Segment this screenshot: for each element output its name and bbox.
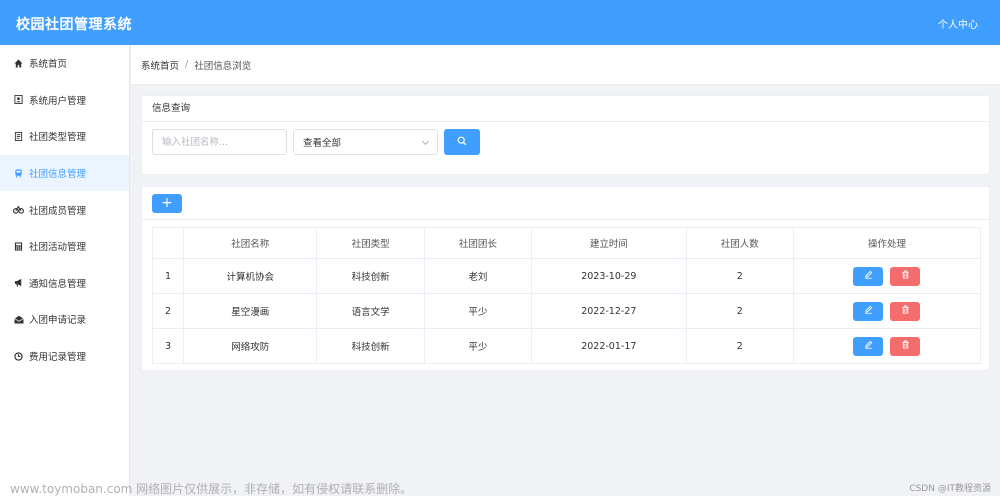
header-club-leader: 社团团长 xyxy=(423,227,533,259)
club-table: 社团名称 社团类型 社团团长 建立时间 社团人数 操作处理 1 计算机协会 科技… xyxy=(152,227,982,364)
calculator-icon xyxy=(12,242,25,251)
header-member-count: 社团人数 xyxy=(685,227,794,259)
club-leader-cell: 平少 xyxy=(423,293,533,329)
search-button[interactable] xyxy=(444,129,480,155)
app-title: 校园社团管理系统 xyxy=(16,17,132,33)
sidebar-item-label: 社团活动管理 xyxy=(29,242,87,254)
search-card: 信息查询 查看全部 xyxy=(141,95,990,175)
watermark-text: www.toymoban.com 网络图片仅供展示，非存储，如有侵权请联系删除。 xyxy=(10,482,413,496)
created-date-cell: 2022-01-17 xyxy=(531,328,687,364)
header-club-name: 社团名称 xyxy=(182,227,318,259)
club-type-select[interactable]: 查看全部 xyxy=(293,129,438,155)
edit-icon xyxy=(864,340,873,352)
sidebar-item-label: 系统首页 xyxy=(29,59,68,71)
row-index: 3 xyxy=(152,328,184,364)
club-name-cell: 网络攻防 xyxy=(182,328,318,364)
sidebar-item-home[interactable]: 系统首页 xyxy=(0,45,129,82)
edit-button[interactable] xyxy=(853,301,884,321)
delete-button[interactable] xyxy=(890,301,921,321)
club-type-cell: 语言文学 xyxy=(316,293,425,329)
clock-icon xyxy=(12,351,25,361)
table-row: 3 网络攻防 科技创新 平少 2022-01-17 2 xyxy=(152,328,982,364)
sidebar-item-club-types[interactable]: 社团类型管理 xyxy=(0,118,129,155)
club-leader-cell: 平少 xyxy=(423,328,533,364)
created-date-cell: 2023-10-29 xyxy=(531,258,687,294)
home-icon xyxy=(12,59,25,68)
actions-cell xyxy=(792,293,982,329)
megaphone-icon xyxy=(12,278,25,288)
select-value: 查看全部 xyxy=(303,138,342,149)
sidebar-item-notices[interactable]: 通知信息管理 xyxy=(0,265,129,302)
document-icon xyxy=(12,131,25,141)
header-created-date: 建立时间 xyxy=(531,227,687,259)
header-index xyxy=(152,227,184,259)
sidebar-item-label: 社团类型管理 xyxy=(29,132,87,144)
search-card-title: 信息查询 xyxy=(142,96,989,122)
train-icon xyxy=(12,169,25,178)
table-header-row: 社团名称 社团类型 社团团长 建立时间 社团人数 操作处理 xyxy=(152,227,982,259)
sidebar-item-label: 社团信息管理 xyxy=(29,169,87,181)
add-button[interactable]: + xyxy=(152,194,182,213)
breadcrumb-home[interactable]: 系统首页 xyxy=(141,58,179,72)
sidebar-item-fees[interactable]: 费用记录管理 xyxy=(0,338,129,375)
bicycle-icon xyxy=(12,205,25,214)
table-card: + 社团名称 社团类型 社团团长 建立时间 社团人数 操作处理 1 计算机协会 … xyxy=(141,186,990,371)
sidebar-item-activities[interactable]: 社团活动管理 xyxy=(0,228,129,265)
sidebar-item-label: 社团成员管理 xyxy=(29,205,87,217)
sidebar-item-members[interactable]: 社团成员管理 xyxy=(0,191,129,228)
envelope-icon xyxy=(12,315,25,324)
club-name-cell: 星空漫画 xyxy=(182,293,318,329)
sidebar-item-applications[interactable]: 入团申请记录 xyxy=(0,301,129,338)
user-card-icon xyxy=(12,95,25,105)
edit-icon xyxy=(864,270,873,282)
sidebar: 系统首页 系统用户管理 社团类型管理 社团信息管理 社团成员管理 社团活动管理 xyxy=(0,45,130,496)
breadcrumb-separator: / xyxy=(185,59,189,70)
trash-icon xyxy=(901,340,910,352)
edit-button[interactable] xyxy=(853,336,884,356)
trash-icon xyxy=(901,270,910,282)
member-count-cell: 2 xyxy=(685,293,794,329)
breadcrumb: 系统首页 / 社团信息浏览 xyxy=(131,45,1000,85)
table-row: 2 星空漫画 语言文学 平少 2022-12-27 2 xyxy=(152,293,982,329)
source-credit: CSDN @IT教程资源 xyxy=(909,484,991,494)
member-count-cell: 2 xyxy=(685,258,794,294)
delete-button[interactable] xyxy=(890,266,921,286)
club-name-cell: 计算机协会 xyxy=(182,258,318,294)
top-bar: 校园社团管理系统 个人中心 xyxy=(0,0,1000,45)
club-leader-cell: 老刘 xyxy=(423,258,533,294)
user-center-link[interactable]: 个人中心 xyxy=(938,16,978,31)
edit-button[interactable] xyxy=(853,266,884,286)
row-index: 1 xyxy=(152,258,184,294)
sidebar-item-club-info[interactable]: 社团信息管理 xyxy=(0,154,129,192)
member-count-cell: 2 xyxy=(685,328,794,364)
sidebar-item-label: 入团申请记录 xyxy=(29,315,87,327)
sidebar-item-label: 通知信息管理 xyxy=(29,278,87,290)
delete-button[interactable] xyxy=(890,336,921,356)
club-type-cell: 科技创新 xyxy=(316,328,425,364)
row-index: 2 xyxy=(152,293,184,329)
edit-icon xyxy=(864,305,873,317)
table-row: 1 计算机协会 科技创新 老刘 2023-10-29 2 xyxy=(152,258,982,294)
club-name-search-input[interactable] xyxy=(152,129,287,155)
header-club-type: 社团类型 xyxy=(316,227,425,259)
header-actions: 操作处理 xyxy=(792,227,982,259)
breadcrumb-current: 社团信息浏览 xyxy=(194,60,252,72)
actions-cell xyxy=(792,258,982,294)
created-date-cell: 2022-12-27 xyxy=(531,293,687,329)
search-icon xyxy=(457,136,467,149)
actions-cell xyxy=(792,328,982,364)
sidebar-item-label: 系统用户管理 xyxy=(29,95,87,107)
chevron-down-icon xyxy=(421,137,430,146)
club-type-cell: 科技创新 xyxy=(316,258,425,294)
trash-icon xyxy=(901,305,910,317)
divider xyxy=(142,219,989,220)
sidebar-item-users[interactable]: 系统用户管理 xyxy=(0,82,129,119)
sidebar-item-label: 费用记录管理 xyxy=(29,352,87,364)
